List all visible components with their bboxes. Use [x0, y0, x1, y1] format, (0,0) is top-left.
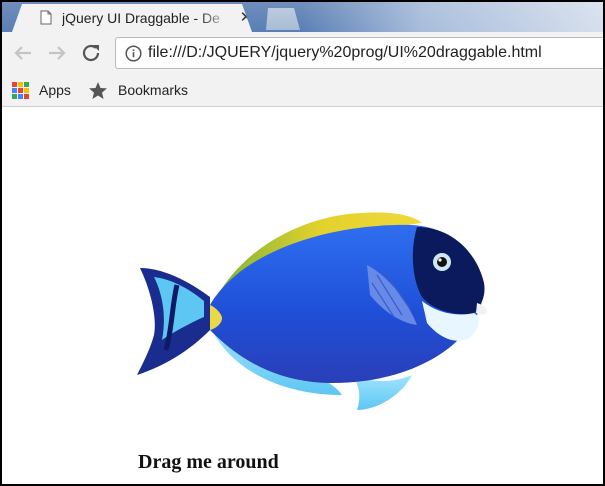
- drag-caption: Drag me around: [138, 451, 279, 473]
- info-icon[interactable]: [125, 45, 142, 62]
- apps-label: Apps: [39, 82, 71, 98]
- star-icon: [89, 81, 107, 99]
- page-icon: [40, 10, 52, 25]
- reload-icon[interactable]: [80, 42, 104, 64]
- tab-strip: jQuery UI Draggable - De ✕: [2, 2, 603, 32]
- toolbar: file:///D:/JQUERY/jquery%20prog/UI%20dra…: [2, 32, 603, 74]
- active-tab[interactable]: jQuery UI Draggable - De ✕: [12, 4, 252, 32]
- browser-window: jQuery UI Draggable - De ✕ file:///D:/JQ…: [0, 0, 605, 486]
- forward-arrow-icon[interactable]: [45, 42, 69, 64]
- url-text[interactable]: file:///D:/JQUERY/jquery%20prog/UI%20dra…: [148, 42, 598, 64]
- new-tab-button[interactable]: [266, 8, 300, 30]
- tab-title: jQuery UI Draggable - De: [62, 10, 220, 26]
- bookmarks-folder[interactable]: Bookmarks: [88, 74, 188, 106]
- back-arrow-icon[interactable]: [11, 42, 35, 64]
- fish-image[interactable]: [132, 205, 494, 417]
- tab-close-icon[interactable]: ✕: [238, 9, 252, 27]
- bookmarks-label: Bookmarks: [118, 82, 189, 98]
- apps-grid-icon: [12, 81, 29, 99]
- tab-strip-background: [302, 2, 603, 32]
- bookmarks-bar: Apps Bookmarks: [2, 74, 603, 107]
- page-content: Drag me around: [2, 107, 603, 484]
- address-bar[interactable]: file:///D:/JQUERY/jquery%20prog/UI%20dra…: [115, 37, 603, 69]
- apps-shortcut[interactable]: Apps: [12, 74, 71, 106]
